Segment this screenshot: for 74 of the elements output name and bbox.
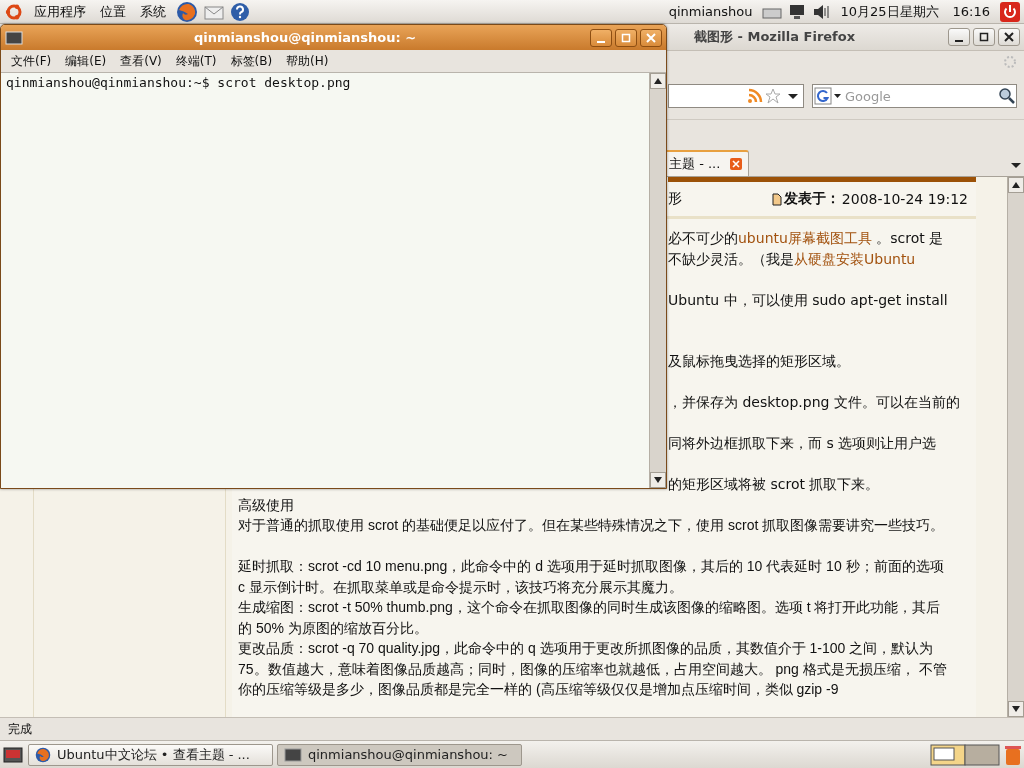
window-title: 截图形 - Mozilla Firefox	[694, 28, 856, 46]
down-arrow-icon	[654, 477, 662, 483]
taskbar-button[interactable]: qinmianshou@qinmianshou: ~	[277, 743, 522, 766]
post-paragraph: 延时抓取：scrot -cd 10 menu.png，此命令中的 d 选项用于延时抓取图像，其后的 10 代表延时 10 秒；前面的选项 c 显示倒计时。在抓取菜单或是命令提示时，该技巧将充分展示其魔力。	[238, 557, 945, 597]
minimize-icon	[597, 40, 605, 43]
panel-menu[interactable]: 位置	[96, 2, 130, 21]
down-arrow-icon	[1012, 706, 1020, 712]
search-icon[interactable]	[998, 87, 1016, 105]
close-button[interactable]	[640, 28, 662, 47]
menu-item[interactable]: 编辑(E)	[65, 52, 107, 70]
panel-clock[interactable]: 16:16	[948, 4, 994, 19]
section-heading: 高级使用	[238, 495, 295, 515]
workspace-switcher-icon[interactable]	[930, 743, 1000, 766]
close-icon	[646, 32, 656, 43]
power-icon[interactable]	[1000, 1, 1020, 22]
menu-item[interactable]: 终端(T)	[175, 52, 217, 70]
post-text: 同将外边框抓取下来，而 s 选项则让用户选	[668, 434, 937, 453]
taskbar-button[interactable]: Ubuntu中文论坛 • 查看主题 - ...	[28, 743, 273, 766]
maximize-button[interactable]	[973, 28, 995, 46]
user-name[interactable]: qinmianshou	[664, 4, 757, 19]
search-input[interactable]: Google	[843, 87, 998, 105]
maximize-button[interactable]	[615, 28, 637, 47]
post-date: 2008-10-24 19:12	[841, 191, 968, 207]
help-icon[interactable]	[230, 1, 250, 22]
window-title: qinmianshou@qinmianshou: ~	[192, 30, 418, 45]
posted-label: 发表于：	[783, 190, 840, 208]
post-title: 形	[668, 190, 682, 208]
post-text: ，并保存为 desktop.png 文件。可以在当前的	[668, 393, 960, 412]
close-button[interactable]	[998, 28, 1020, 46]
trash-icon[interactable]	[1004, 743, 1022, 766]
terminal-icon	[5, 30, 23, 45]
firefox-icon[interactable]	[176, 0, 198, 23]
panel-menu[interactable]: 应用程序	[30, 2, 90, 21]
close-tab-icon[interactable]	[730, 158, 743, 170]
menu-item[interactable]: 文件(F)	[11, 52, 52, 70]
scrollbar[interactable]	[1007, 177, 1024, 717]
minimize-button[interactable]	[590, 28, 612, 47]
minimize-button[interactable]	[948, 28, 970, 46]
post-paragraph: 更改品质：scrot -q 70 quality.jpg，此命令中的 q 选项用于更改所抓图像的品质，其数值介于 1-100 之间，默认为 75。数值越大，意味着图像品质越高；同时，图像的压缩率也就越低，占用空间越大。 png 格式是无损压缩， 不管你的压缩等级是多少，图像品质都是完全一样的 (高压缩等级仅仅是增加点压缩时间，类似 gzip -9	[238, 639, 948, 699]
terminal-icon	[284, 747, 302, 762]
post-text: 的矩形区域将被 scrot 抓取下来。	[668, 475, 880, 494]
minimize-icon	[955, 40, 963, 42]
volume-icon[interactable]	[812, 3, 831, 20]
menu-item[interactable]: 标签(B)	[230, 52, 273, 70]
up-arrow-icon	[1012, 182, 1020, 188]
close-icon	[1004, 32, 1014, 42]
up-arrow-icon	[654, 78, 662, 84]
panel-date[interactable]: 10月25日星期六	[836, 2, 943, 21]
post-paragraph: 生成缩图：scrot -t 50% thumb.png，这个命令在抓取图像的同时生成该图像的缩略图。选项 t 将打开此功能，其后的 50% 为原图的缩放百分比。	[238, 598, 942, 638]
terminal-line: qinmianshou@qinmianshou:~$ scrot desktop.png	[6, 75, 352, 90]
post-text: Ubuntu 中，可以使用 sudo apt-get install	[668, 290, 948, 310]
post-paragraph: 对于普通的抓取使用 scrot 的基础便足以应付了。但在某些特殊情况之下，使用 scrot 抓取图像需要讲究一些技巧。	[238, 516, 946, 535]
throbber-icon	[1002, 54, 1018, 70]
menu-item[interactable]: 帮助(H)	[286, 52, 329, 70]
status-text: 完成	[8, 720, 32, 738]
search-field[interactable]: Google	[812, 84, 1017, 108]
post-text: 及鼠标拖曳选择的矩形区域。	[668, 352, 850, 371]
text-link[interactable]: 从硬盘安装Ubuntu	[794, 250, 916, 267]
search-engine-icon[interactable]	[813, 87, 843, 105]
post-text: 不缺少灵活。（我是从硬盘安装Ubuntu	[668, 249, 916, 269]
scrollbar[interactable]	[649, 73, 666, 488]
maximize-icon	[621, 32, 631, 43]
document-icon	[771, 192, 782, 206]
browser-tab[interactable]: 主题 - ...	[664, 150, 750, 176]
text-link[interactable]: ubuntu屏幕截图工具	[738, 230, 872, 246]
menu-item[interactable]: 查看(V)	[120, 52, 162, 70]
url-field[interactable]	[668, 84, 804, 108]
maximize-icon	[979, 32, 989, 42]
terminal-window[interactable]: qinmianshou@qinmianshou: ~ 文件(F) 编辑(E) 查看(V) 终端(T) 标签(B) 帮助(H) qinmianshou@qinmianshou:~$ scrot desktop.png	[0, 24, 667, 489]
panel-menu[interactable]: 系统	[136, 2, 170, 21]
show-desktop-icon[interactable]	[2, 744, 24, 765]
post-text: 必不可少的ubuntu屏幕截图工具 。scrot 是	[668, 229, 944, 248]
star-icon[interactable]	[765, 88, 781, 104]
firefox-icon	[35, 746, 51, 763]
